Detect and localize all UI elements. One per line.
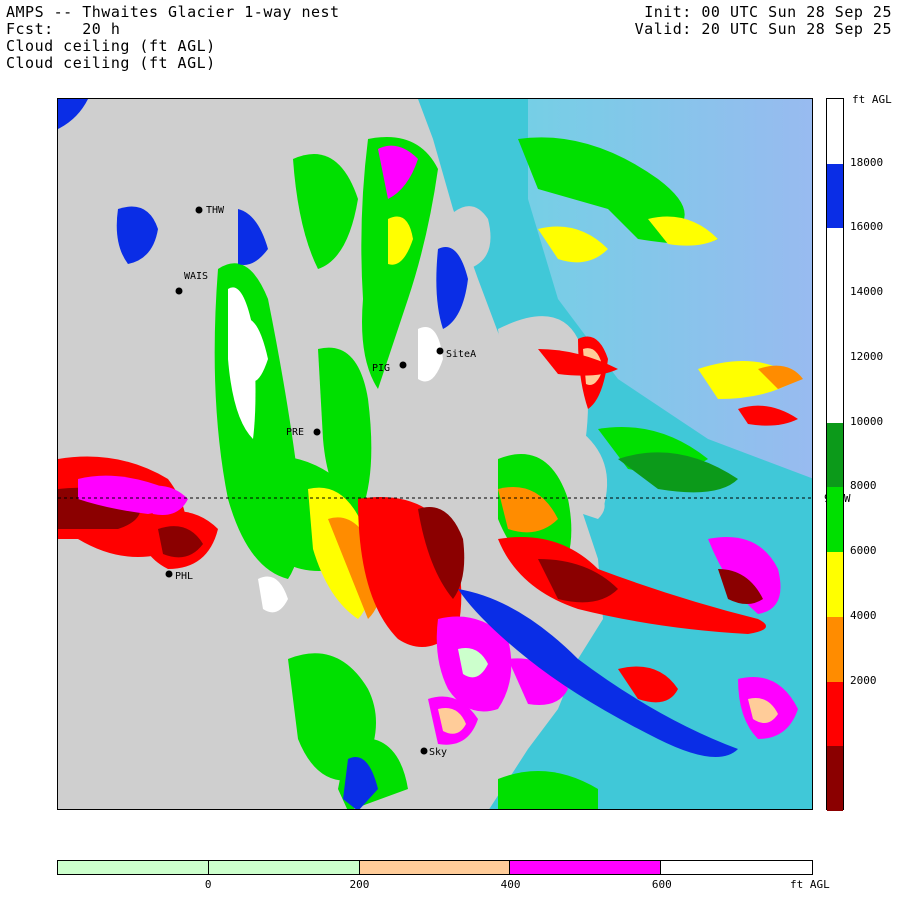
colorbar-segment	[827, 357, 843, 424]
valid-time: Valid: 20 UTC Sun 28 Sep 25	[634, 20, 892, 38]
station-label-sitea: SiteA	[446, 349, 476, 360]
station-label-sky: Sky	[429, 747, 447, 758]
colorbar-horizontal	[57, 860, 813, 875]
map-panel: 90 W THW WAIS PIG SiteA PRE PHL Sky	[57, 98, 813, 810]
colorbar-segment	[827, 746, 843, 812]
colorbar-tick-label: 14000	[850, 285, 884, 299]
colorbar-horizontal-segment	[58, 861, 209, 874]
station-marker-sky	[420, 747, 428, 755]
colorbar-horizontal-segment	[208, 861, 360, 874]
colorbar-segment	[827, 616, 843, 683]
colorbar-horizontal-tick-label: 0	[204, 878, 212, 891]
colorbar-tick-label: 16000	[850, 220, 884, 234]
colorbar-tick-label: 18000	[850, 155, 884, 169]
header-left: AMPS -- Thwaites Glacier 1-way nest Fcst:…	[6, 4, 340, 72]
colorbar-tick-label: 8000	[850, 479, 877, 493]
colorbar-segment	[827, 293, 843, 359]
colorbar-horizontal-segment	[510, 861, 662, 874]
map-svg: 90 W THW WAIS PIG SiteA PRE PHL Sky	[58, 99, 812, 809]
colorbar-segment	[827, 163, 843, 229]
colorbar-tick-label: 12000	[850, 349, 884, 363]
station-label-phl: PHL	[175, 571, 193, 582]
station-label-pre: PRE	[286, 427, 304, 438]
station-marker-thw	[195, 206, 203, 214]
colorbar-tick-label: 10000	[850, 414, 884, 428]
colorbar-unit: ft AGL	[852, 93, 892, 106]
colorbar-tick-label: 4000	[850, 608, 877, 622]
colorbar-horizontal-segment	[359, 861, 511, 874]
colorbar-horizontal-tick-label: 200	[349, 878, 370, 891]
colorbar-tick-label: 6000	[850, 544, 877, 558]
header-right: Init: 00 UTC Sun 28 Sep 25 Valid: 20 UTC …	[635, 4, 892, 38]
init-time: Init: 00 UTC Sun 28 Sep 25	[644, 3, 892, 21]
colorbar-horizontal-tick-label: 400	[500, 878, 521, 891]
colorbar-segment	[827, 99, 843, 165]
title-text: AMPS -- Thwaites Glacier 1-way nest	[6, 3, 340, 21]
colorbar-horizontal-unit: ft AGL	[790, 878, 830, 891]
station-label-wais: WAIS	[184, 271, 208, 282]
colorbar-segment	[827, 422, 843, 488]
field-name: Cloud ceiling (ft AGL)	[6, 37, 216, 55]
station-marker-phl	[165, 570, 173, 578]
station-label-thw: THW	[206, 205, 225, 216]
station-marker-pig	[399, 361, 407, 369]
station-marker-pre	[313, 428, 321, 436]
field-name-secondary: Cloud ceiling (ft AGL)	[6, 54, 216, 72]
station-marker-sitea	[436, 347, 444, 355]
station-marker-wais	[175, 287, 183, 295]
station-label-pig: PIG	[372, 363, 390, 374]
forecast-hour: Fcst: 20 h	[6, 20, 121, 38]
colorbar-segment	[827, 681, 843, 747]
colorbar-segment	[827, 487, 843, 553]
colorbar-horizontal-tick-label: 600	[651, 878, 672, 891]
colorbar-segment	[827, 228, 843, 294]
colorbar-segment	[827, 552, 843, 618]
colorbar-tick-label: 2000	[850, 673, 877, 687]
colorbar-vertical	[826, 98, 844, 812]
colorbar-horizontal-segment	[661, 861, 812, 874]
